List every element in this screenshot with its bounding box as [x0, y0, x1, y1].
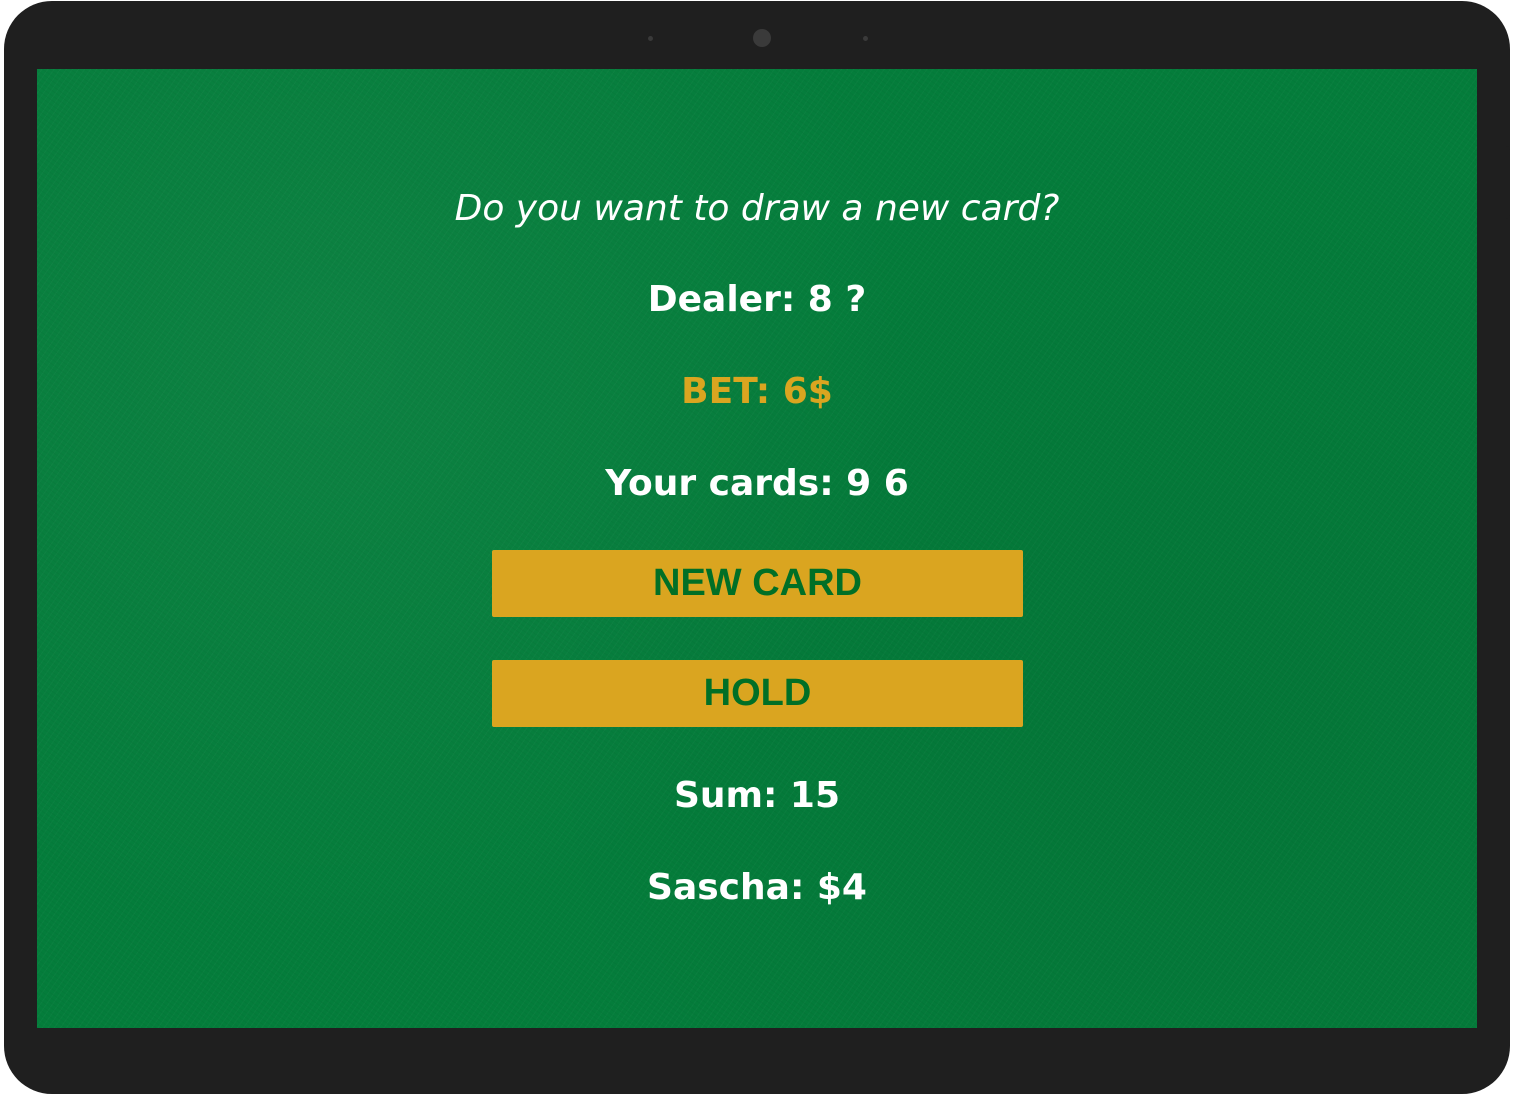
hold-button[interactable]: HOLD — [492, 660, 1023, 727]
player-cards: Your cards: 9 6 — [605, 463, 909, 504]
card-sum: Sum: 15 — [673, 775, 841, 816]
sensor-dot — [648, 36, 653, 41]
new-card-button[interactable]: NEW CARD — [492, 550, 1023, 617]
player-balance: Sascha: $4 — [647, 867, 867, 908]
camera-icon — [753, 29, 771, 47]
sensor-dot — [863, 36, 868, 41]
game-table: Do you want to draw a new card? Dealer: … — [37, 69, 1477, 1028]
side-button-right — [1502, 146, 1510, 219]
bet-amount: BET: 6$ — [681, 371, 833, 412]
side-button-left — [4, 125, 12, 243]
game-content: Do you want to draw a new card? Dealer: … — [37, 69, 1477, 1028]
dealer-cards: Dealer: 8 ? — [647, 279, 867, 320]
game-message: Do you want to draw a new card? — [454, 188, 1060, 229]
